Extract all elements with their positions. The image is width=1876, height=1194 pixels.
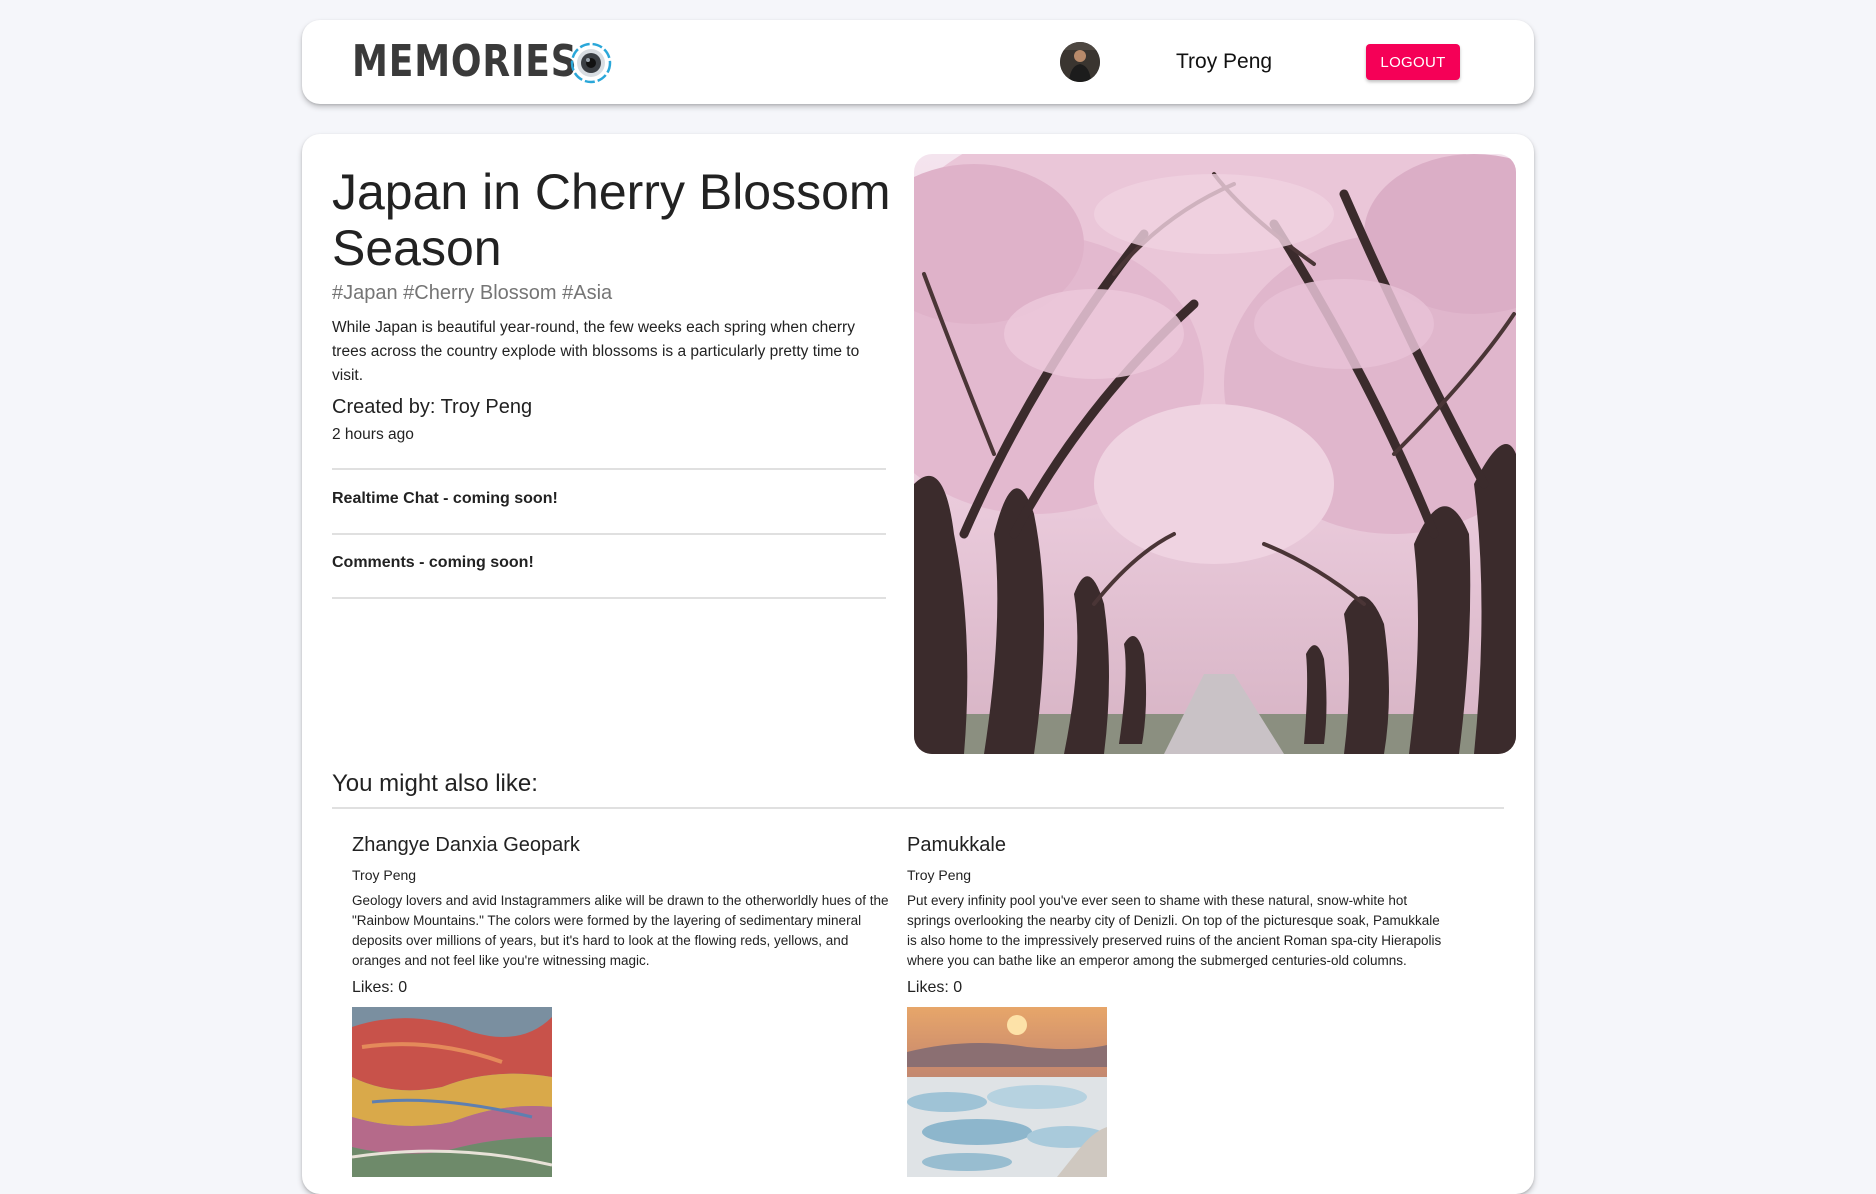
camera-lens-icon[interactable]	[570, 42, 612, 84]
post-image	[914, 154, 1516, 754]
post-tags: #Japan #Cherry Blossom #Asia	[332, 282, 613, 304]
recommended-post-image	[352, 1007, 552, 1177]
recommended-post-image	[907, 1007, 1107, 1177]
divider	[332, 468, 886, 470]
post-details-card: Japan in Cherry Blossom Season #Japan #C…	[302, 134, 1534, 1194]
recommended-post-likes: Likes: 0	[352, 979, 408, 996]
divider	[332, 533, 886, 535]
recommended-post[interactable]: Zhangye Danxia Geopark Troy Peng Geology…	[352, 834, 892, 1177]
brand-title[interactable]: MEMORIES	[352, 38, 578, 86]
app-bar: MEMORIES Troy Peng LOGOUT	[302, 20, 1534, 104]
logout-button[interactable]: LOGOUT	[1366, 44, 1460, 80]
recommended-post-author: Troy Peng	[352, 867, 417, 883]
post-creator: Created by: Troy Peng	[332, 396, 533, 418]
user-name: Troy Peng	[1176, 50, 1273, 73]
post-timestamp: 2 hours ago	[332, 426, 414, 443]
recommended-post-likes: Likes: 0	[907, 979, 963, 996]
recommended-post-description: Geology lovers and avid Instagrammers al…	[352, 893, 889, 968]
divider	[332, 807, 1504, 809]
realtime-chat-note: Realtime Chat - coming soon!	[332, 490, 558, 507]
post-title: Japan in Cherry Blossom Season	[332, 164, 891, 276]
divider	[332, 597, 886, 599]
recommended-post[interactable]: Pamukkale Troy Peng Put every infinity p…	[907, 834, 1447, 1177]
recommended-post-author: Troy Peng	[907, 867, 972, 883]
recommended-post-description: Put every infinity pool you've ever seen…	[907, 893, 1442, 968]
recommended-post-title: Zhangye Danxia Geopark	[352, 834, 580, 856]
comments-note: Comments - coming soon!	[332, 554, 534, 571]
recommended-post-title: Pamukkale	[907, 834, 1006, 856]
post-description: While Japan is beautiful year-round, the…	[332, 319, 860, 384]
avatar[interactable]	[1060, 42, 1100, 82]
recommendations-heading: You might also like:	[332, 770, 538, 797]
avatar-photo	[1060, 42, 1100, 82]
